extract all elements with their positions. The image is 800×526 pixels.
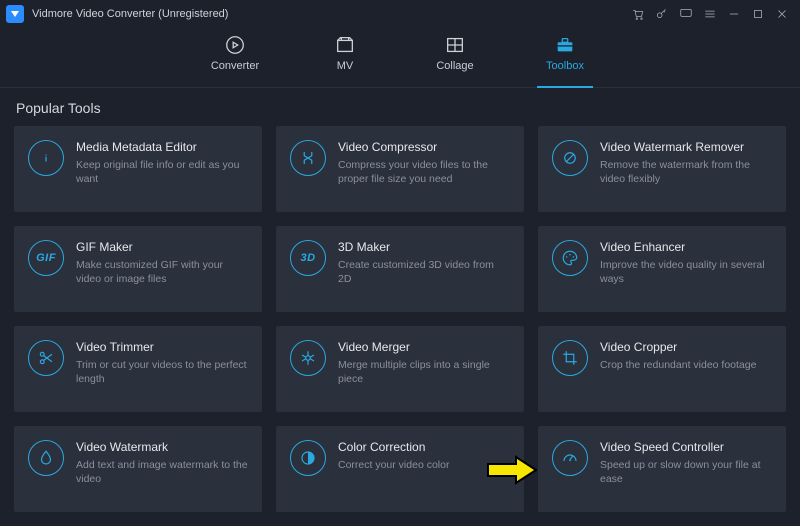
tool-3d-maker[interactable]: 3D 3D Maker Create customized 3D video f… — [276, 226, 524, 312]
tool-video-speed-controller[interactable]: Video Speed Controller Speed up or slow … — [538, 426, 786, 512]
tool-media-metadata-editor[interactable]: Media Metadata Editor Keep original file… — [14, 126, 262, 212]
tool-video-cropper[interactable]: Video Cropper Crop the redundant video f… — [538, 326, 786, 412]
crop-icon — [552, 340, 588, 376]
tool-title: Video Cropper — [600, 340, 772, 354]
toolbox-icon — [554, 34, 576, 56]
tool-video-trimmer[interactable]: Video Trimmer Trim or cut your videos to… — [14, 326, 262, 412]
tool-desc: Make customized GIF with your video or i… — [76, 258, 248, 286]
tab-label: Converter — [211, 60, 259, 72]
section-title: Popular Tools — [0, 88, 800, 126]
remove-watermark-icon — [552, 140, 588, 176]
tool-desc: Merge multiple clips into a single piece — [338, 358, 510, 386]
tab-label: MV — [337, 60, 354, 72]
tool-title: 3D Maker — [338, 240, 510, 254]
mv-icon — [334, 34, 356, 56]
tool-title: Video Enhancer — [600, 240, 772, 254]
tab-toolbox[interactable]: Toolbox — [531, 34, 599, 87]
cart-icon[interactable] — [626, 4, 650, 24]
tool-desc: Add text and image watermark to the vide… — [76, 458, 248, 486]
tool-gif-maker[interactable]: GIF GIF Maker Make customized GIF with y… — [14, 226, 262, 312]
palette-icon — [552, 240, 588, 276]
tool-title: Video Merger — [338, 340, 510, 354]
tool-desc: Remove the watermark from the video flex… — [600, 158, 772, 186]
tab-label: Collage — [436, 60, 473, 72]
tool-title: Video Speed Controller — [600, 440, 772, 454]
watermark-icon — [28, 440, 64, 476]
tool-desc: Speed up or slow down your file at ease — [600, 458, 772, 486]
tool-desc: Correct your video color — [338, 458, 510, 472]
minimize-button[interactable] — [722, 4, 746, 24]
main-nav: Converter MV Collage Toolbox — [0, 28, 800, 88]
gauge-icon — [552, 440, 588, 476]
tools-grid: Media Metadata Editor Keep original file… — [0, 126, 800, 526]
tab-mv[interactable]: MV — [311, 34, 379, 87]
info-icon — [28, 140, 64, 176]
tool-title: Color Correction — [338, 440, 510, 454]
scissors-icon — [28, 340, 64, 376]
app-logo — [6, 5, 24, 23]
key-icon[interactable] — [650, 4, 674, 24]
tool-title: Video Watermark Remover — [600, 140, 772, 154]
menu-icon[interactable] — [698, 4, 722, 24]
tool-color-correction[interactable]: Color Correction Correct your video colo… — [276, 426, 524, 512]
tool-desc: Crop the redundant video footage — [600, 358, 772, 372]
collage-icon — [444, 34, 466, 56]
3d-icon: 3D — [290, 240, 326, 276]
window-title: Vidmore Video Converter (Unregistered) — [32, 8, 228, 20]
tool-desc: Improve the video quality in several way… — [600, 258, 772, 286]
color-icon — [290, 440, 326, 476]
titlebar: Vidmore Video Converter (Unregistered) — [0, 0, 800, 28]
gif-icon: GIF — [28, 240, 64, 276]
tool-desc: Create customized 3D video from 2D — [338, 258, 510, 286]
tool-video-watermark[interactable]: Video Watermark Add text and image water… — [14, 426, 262, 512]
tool-video-enhancer[interactable]: Video Enhancer Improve the video quality… — [538, 226, 786, 312]
converter-icon — [224, 34, 246, 56]
tool-title: GIF Maker — [76, 240, 248, 254]
feedback-icon[interactable] — [674, 4, 698, 24]
tool-title: Video Watermark — [76, 440, 248, 454]
tool-title: Video Trimmer — [76, 340, 248, 354]
tool-title: Video Compressor — [338, 140, 510, 154]
tool-desc: Trim or cut your videos to the perfect l… — [76, 358, 248, 386]
tool-title: Media Metadata Editor — [76, 140, 248, 154]
tool-desc: Keep original file info or edit as you w… — [76, 158, 248, 186]
compress-icon — [290, 140, 326, 176]
merge-icon — [290, 340, 326, 376]
tab-label: Toolbox — [546, 60, 584, 72]
tool-desc: Compress your video files to the proper … — [338, 158, 510, 186]
tool-video-compressor[interactable]: Video Compressor Compress your video fil… — [276, 126, 524, 212]
close-button[interactable] — [770, 4, 794, 24]
tool-video-merger[interactable]: Video Merger Merge multiple clips into a… — [276, 326, 524, 412]
tab-collage[interactable]: Collage — [421, 34, 489, 87]
tool-video-watermark-remover[interactable]: Video Watermark Remover Remove the water… — [538, 126, 786, 212]
maximize-button[interactable] — [746, 4, 770, 24]
tab-converter[interactable]: Converter — [201, 34, 269, 87]
